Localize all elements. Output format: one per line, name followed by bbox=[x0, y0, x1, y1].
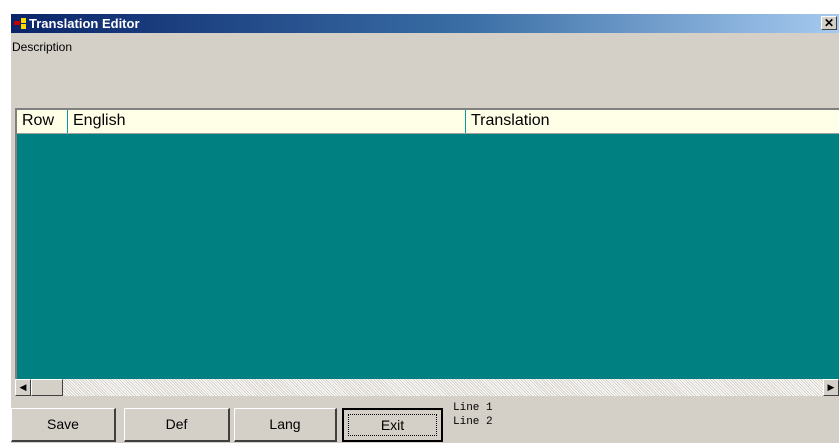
scroll-right-button[interactable]: ▶ bbox=[823, 379, 839, 396]
column-header-english[interactable]: English bbox=[67, 110, 465, 133]
close-icon: ✕ bbox=[823, 16, 835, 30]
app-icon bbox=[14, 18, 26, 29]
scroll-thumb[interactable] bbox=[31, 379, 63, 396]
def-button[interactable]: Def bbox=[124, 408, 230, 442]
title-bar[interactable]: Translation Editor ✕ bbox=[11, 14, 839, 33]
scroll-left-button[interactable]: ◀ bbox=[15, 379, 31, 396]
window-title: Translation Editor bbox=[29, 16, 140, 31]
translation-grid[interactable]: Row English Translation bbox=[15, 108, 839, 379]
arrow-right-icon: ▶ bbox=[827, 382, 835, 392]
description-label: Description bbox=[12, 40, 73, 54]
save-button[interactable]: Save bbox=[11, 408, 116, 442]
close-button[interactable]: ✕ bbox=[821, 16, 837, 30]
column-header-row[interactable]: Row bbox=[17, 110, 67, 133]
exit-button[interactable]: Exit bbox=[342, 408, 443, 442]
horizontal-scrollbar[interactable]: ◀ ▶ bbox=[15, 379, 839, 396]
grid-header: Row English Translation bbox=[17, 110, 839, 134]
arrow-left-icon: ◀ bbox=[19, 382, 27, 392]
exit-button-label: Exit bbox=[380, 417, 405, 433]
status-line-1: Line 1 bbox=[453, 402, 493, 414]
lang-button[interactable]: Lang bbox=[234, 408, 337, 442]
column-header-translation[interactable]: Translation bbox=[465, 110, 839, 133]
status-line-2: Line 2 bbox=[453, 416, 493, 428]
translation-editor-window: Translation Editor ✕ Description Row Eng… bbox=[11, 14, 839, 443]
